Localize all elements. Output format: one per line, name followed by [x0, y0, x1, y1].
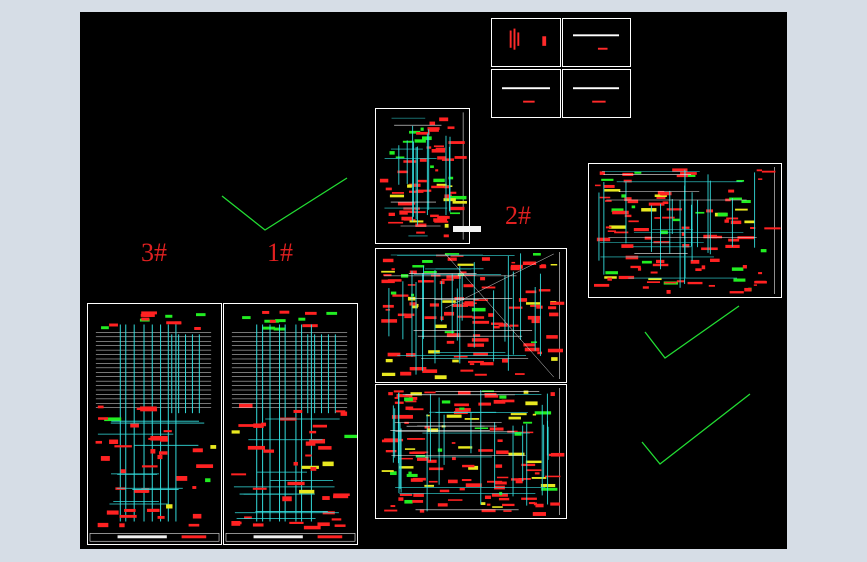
check-icon-top [221, 177, 348, 231]
sheet-cover-2[interactable] [562, 18, 631, 67]
check-icon-right-1 [644, 305, 740, 359]
sheet-cover-4[interactable] [562, 69, 631, 118]
building-2-label: 2# [505, 201, 531, 230]
building-1-label: 1# [267, 238, 293, 267]
sheet-cover-1[interactable] [491, 18, 561, 67]
sheet-3-riser[interactable] [87, 303, 222, 545]
sheet-2-upper[interactable] [375, 108, 470, 244]
sheet-2-middle[interactable] [375, 248, 567, 383]
sheet-2-lower[interactable] [375, 384, 567, 519]
building-3-label: 3# [141, 238, 167, 267]
sheet-1-riser[interactable] [223, 303, 358, 545]
sheet-cover-3[interactable] [491, 69, 561, 118]
sheet-tag [453, 226, 481, 232]
cad-drawing-viewport[interactable]: 3# 1# 2# [80, 12, 787, 549]
check-icon-right-2 [641, 393, 751, 465]
sheet-right-system[interactable] [588, 163, 782, 298]
